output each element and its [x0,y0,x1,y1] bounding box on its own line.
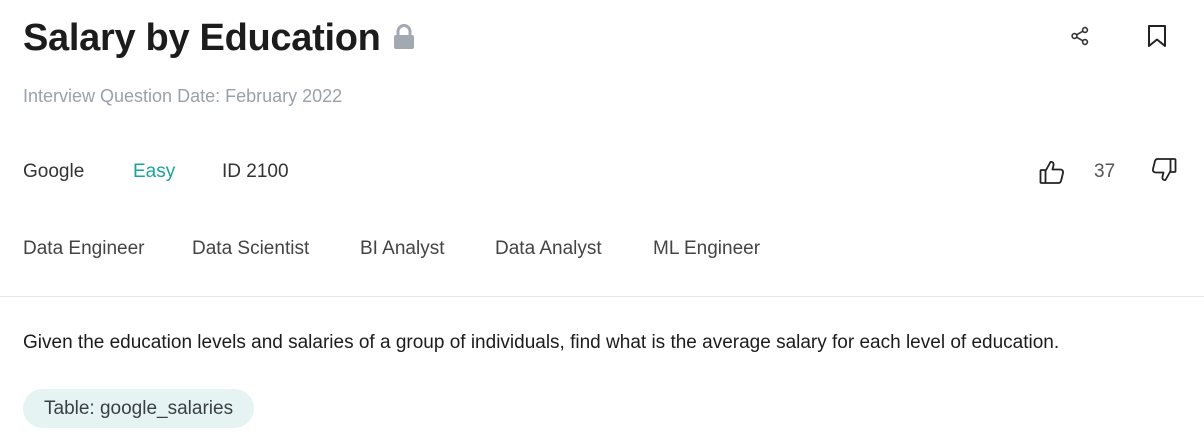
question-id: ID 2100 [222,161,289,182]
question-description: Given the education levels and salaries … [23,332,1060,353]
question-header: Salary by Education [23,14,1204,64]
bookmark-icon [1147,24,1167,53]
vote-controls: 37 [1026,156,1186,188]
bookmark-button[interactable] [1144,24,1170,52]
share-icon [1070,26,1090,51]
company-label: Google [23,161,85,182]
role-tag-data-scientist[interactable]: Data Scientist [192,236,309,262]
lock-icon [393,24,415,50]
share-button[interactable] [1068,26,1092,50]
thumbs-up-icon[interactable] [1038,158,1066,186]
role-tag-data-analyst[interactable]: Data Analyst [495,236,602,262]
interview-date: Interview Question Date: February 2022 [23,86,343,106]
difficulty-badge: Easy [133,161,176,182]
table-chip[interactable]: Table: google_salaries [23,389,255,428]
role-tag-ml-engineer[interactable]: ML Engineer [653,236,760,262]
role-tag-data-engineer[interactable]: Data Engineer [23,236,144,262]
vote-count: 37 [1094,161,1116,182]
role-tags: Data Engineer Data Scientist BI Analyst … [23,236,1204,264]
page-title: Salary by Education [23,17,381,59]
role-tag-bi-analyst[interactable]: BI Analyst [360,236,445,262]
thumbs-down-icon[interactable] [1150,156,1178,184]
section-divider [0,296,1204,297]
